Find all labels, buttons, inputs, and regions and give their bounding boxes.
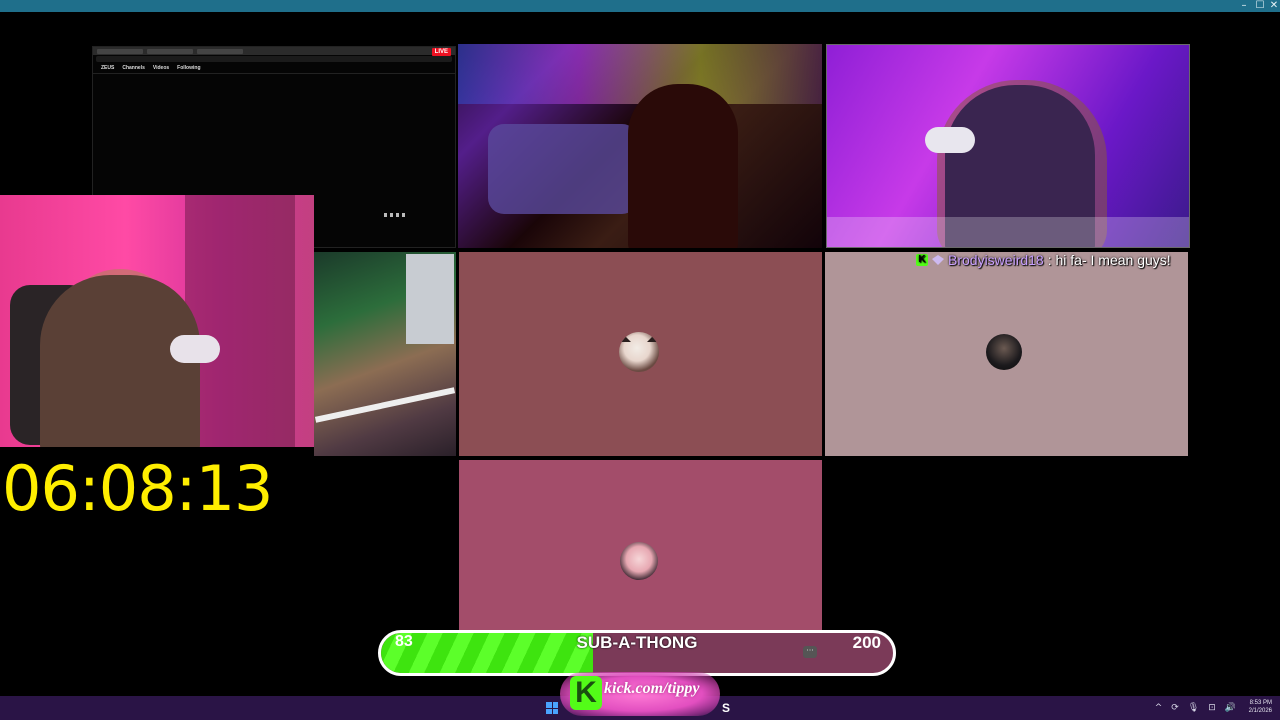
sub-goal: 200 bbox=[852, 633, 881, 652]
subathon-progress-bar: 83 SUB-A-THONG ··· 200 bbox=[378, 630, 896, 676]
microphone-image bbox=[170, 335, 220, 363]
chat-username: Brodyisweird18 bbox=[948, 252, 1044, 268]
network-icon[interactable]: ⊡ bbox=[1208, 703, 1216, 713]
subathon-timer: 06:08:13 bbox=[2, 452, 273, 525]
tray-overflow-icon[interactable]: ^ bbox=[1155, 703, 1163, 713]
kick-channel-url: kick.com/tippy bbox=[604, 680, 700, 697]
webcam-feed-top-right bbox=[826, 44, 1190, 248]
minimize-button[interactable]: – bbox=[1236, 0, 1252, 12]
gem-badge-icon bbox=[932, 255, 944, 265]
participant-avatar bbox=[620, 542, 658, 580]
window-title-bar: – ☐ ✕ bbox=[0, 0, 1280, 12]
browser-tab-strip bbox=[93, 47, 455, 55]
taskbar-app-icon[interactable]: S bbox=[722, 699, 730, 717]
participant-tile[interactable] bbox=[459, 252, 822, 456]
webcam-feed-host bbox=[0, 195, 314, 447]
system-tray: ^ ⟳ 🎙 ⊡ 🔊 bbox=[1155, 696, 1236, 720]
kick-badge-icon: K bbox=[916, 254, 928, 266]
kick-logo-icon: K bbox=[570, 676, 602, 710]
microphone-icon[interactable]: 🎙 bbox=[1188, 703, 1199, 713]
browser-address-bar bbox=[96, 56, 452, 62]
windows-start-icon[interactable] bbox=[546, 702, 558, 714]
live-badge: LIVE bbox=[431, 48, 451, 56]
system-clock[interactable]: 8:53 PM 2/1/2026 bbox=[1232, 699, 1272, 715]
browser-site-nav: ZEUS Channels Videos Following bbox=[93, 63, 455, 74]
webcam-feed-room bbox=[314, 252, 456, 456]
clock-time: 8:53 PM bbox=[1249, 700, 1272, 706]
site-nav-item: Following bbox=[177, 65, 201, 71]
participant-avatar bbox=[986, 334, 1022, 370]
chat-text: : hi fa- I mean guys! bbox=[1047, 252, 1171, 268]
kick-channel-logo: K kick.com/tippy bbox=[560, 672, 720, 716]
microphone-image bbox=[925, 127, 975, 153]
clock-date: 2/1/2026 bbox=[1248, 708, 1272, 714]
chat-message: K Brodyisweird18 : hi fa- I mean guys! bbox=[916, 251, 1171, 269]
webcam-feed-top-center bbox=[458, 44, 822, 248]
site-nav-item: ZEUS bbox=[101, 65, 115, 71]
site-nav-item: Videos bbox=[152, 65, 170, 71]
player-controls bbox=[313, 213, 405, 217]
participant-tile[interactable] bbox=[825, 252, 1188, 456]
participant-avatar bbox=[619, 332, 659, 372]
sync-icon[interactable]: ⟳ bbox=[1171, 703, 1179, 713]
more-icon[interactable]: ··· bbox=[803, 646, 817, 658]
close-button[interactable]: ✕ bbox=[1266, 0, 1280, 12]
site-nav-item: Channels bbox=[122, 65, 145, 71]
